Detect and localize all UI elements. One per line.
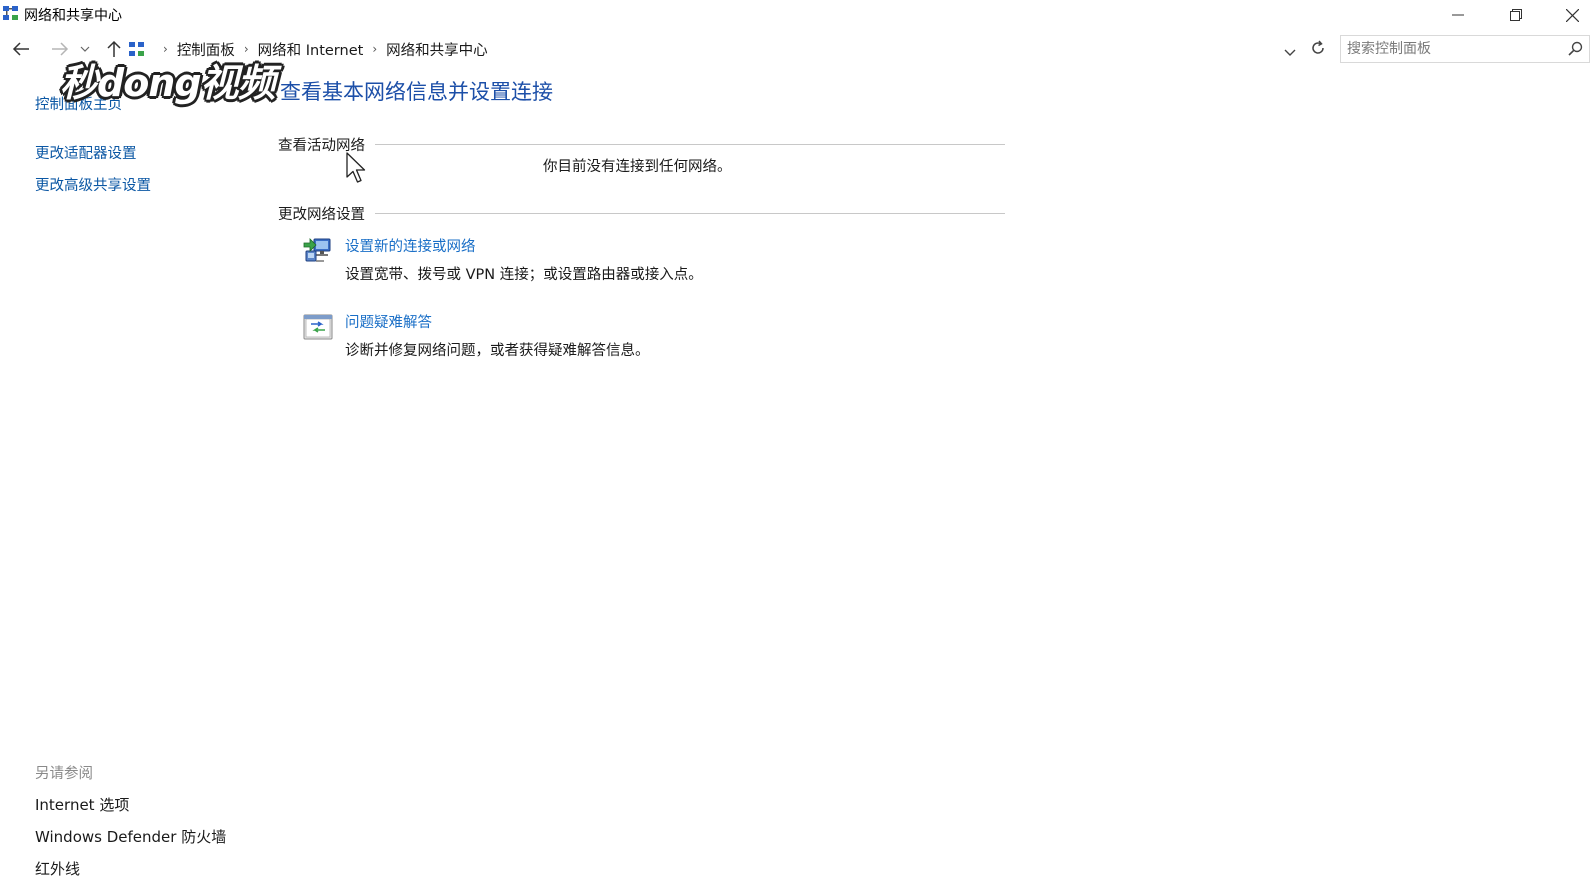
- section-divider: [375, 213, 1005, 214]
- page-title: 查看基本网络信息并设置连接: [280, 80, 553, 104]
- see-also-heading: 另请参阅: [35, 766, 93, 782]
- network-center-icon: [3, 6, 18, 20]
- network-setup-icon[interactable]: [302, 235, 334, 267]
- back-button[interactable]: [10, 38, 32, 60]
- search-box[interactable]: [1340, 35, 1590, 63]
- search-icon[interactable]: [1568, 41, 1583, 56]
- title-bar: 网络和共享中心: [0, 0, 1595, 30]
- restore-icon: [1510, 9, 1522, 21]
- refresh-button[interactable]: [1310, 40, 1326, 60]
- breadcrumb-sharing-center[interactable]: 网络和共享中心: [386, 39, 488, 60]
- address-dropdown-button[interactable]: [1284, 42, 1296, 61]
- breadcrumb-separator[interactable]: ›: [372, 42, 377, 56]
- back-arrow-icon: [12, 42, 29, 56]
- troubleshoot-description: 诊断并修复网络问题，或者获得疑难解答信息。: [345, 343, 650, 359]
- no-network-message: 你目前没有连接到任何网络。: [543, 159, 732, 175]
- mouse-cursor-icon: [346, 152, 366, 183]
- see-also-infrared[interactable]: 红外线: [35, 858, 80, 879]
- search-input[interactable]: [1347, 39, 1555, 59]
- video-watermark: 秒dong视频: [60, 61, 276, 105]
- refresh-icon: [1312, 40, 1324, 54]
- section-divider: [375, 144, 1005, 145]
- close-button[interactable]: [1549, 0, 1595, 30]
- troubleshoot-icon[interactable]: [302, 311, 334, 343]
- close-icon: [1565, 8, 1579, 22]
- setup-new-connection-description: 设置宽带、拨号或 VPN 连接；或设置路由器或接入点。: [345, 267, 703, 283]
- sidebar-link-adapter-settings[interactable]: 更改适配器设置: [35, 142, 137, 163]
- chevron-down-icon: [1284, 49, 1296, 56]
- see-also-defender-firewall[interactable]: Windows Defender 防火墙: [35, 826, 226, 847]
- restore-button[interactable]: [1493, 0, 1539, 30]
- see-also-internet-options[interactable]: Internet 选项: [35, 794, 129, 815]
- change-settings-heading: 更改网络设置: [278, 207, 365, 223]
- troubleshoot-link[interactable]: 问题疑难解答: [345, 311, 432, 332]
- address-box[interactable]: › 控制面板 › 网络和 Internet › 网络和共享中心: [128, 35, 1306, 63]
- minimize-icon: [1452, 14, 1464, 16]
- window-title: 网络和共享中心: [24, 8, 122, 24]
- sidebar-link-advanced-sharing[interactable]: 更改高级共享设置: [35, 174, 151, 195]
- minimize-button[interactable]: [1435, 0, 1481, 30]
- setup-new-connection-link[interactable]: 设置新的连接或网络: [345, 235, 476, 256]
